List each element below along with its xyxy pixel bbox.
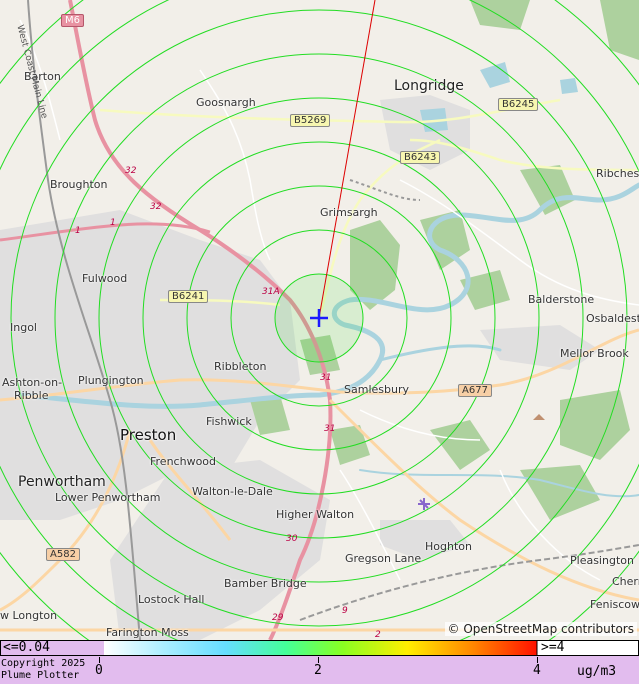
place-label: Balderstone [528, 293, 595, 306]
gradient-swatch [104, 640, 537, 656]
place-label: Osbaldeston [586, 312, 639, 325]
junction-label: 32 [125, 166, 137, 176]
place-label: Samlesbury [344, 383, 409, 396]
place-label: Bamber Bridge [224, 577, 307, 590]
road-label: B6243 [400, 151, 441, 164]
peak-icon [533, 414, 545, 420]
map-base [0, 0, 639, 640]
tick-label: 0 [95, 663, 103, 678]
legend-max-label: >=4 [541, 640, 565, 655]
place-label: Lostock Hall [138, 593, 205, 606]
junction-label: 31 [324, 424, 336, 434]
junction-label: 30 [286, 534, 298, 544]
place-label: Cherry [612, 575, 639, 588]
app-name-label: Plume Plotter [1, 670, 80, 681]
place-label: Ribchester [596, 167, 639, 180]
place-label: Gregson Lane [345, 552, 422, 565]
junction-label: 32 [150, 202, 162, 212]
place-label: Feniscowles [590, 598, 639, 611]
road-label: B6241 [168, 290, 209, 303]
place-label: Broughton [50, 178, 108, 191]
place-label: Farington Moss [106, 626, 189, 639]
place-label: Pleasington [570, 554, 634, 567]
place-label: Frenchwood [150, 455, 217, 468]
junction-label: 2 [375, 630, 381, 640]
road-label: A582 [46, 548, 80, 561]
place-label: Ribble [14, 389, 49, 402]
junction-label: 31 [320, 373, 332, 383]
place-label: Lower Penwortham [55, 491, 161, 504]
tick-label: 4 [533, 663, 541, 678]
junction-label: 31A [262, 287, 280, 297]
place-label: Goosnargh [196, 96, 256, 109]
junction-label: 29 [272, 613, 284, 623]
junction-label: 9 [342, 606, 348, 616]
place-label: Hoghton [425, 540, 472, 553]
place-label: Grimsargh [320, 206, 378, 219]
tick-label: 2 [314, 663, 322, 678]
road-label: B5269 [290, 114, 331, 127]
road-label: B6245 [498, 98, 539, 111]
place-label: Penwortham [18, 474, 106, 490]
place-label: Preston [120, 426, 177, 444]
airfield-icon [418, 498, 430, 510]
place-label: Ashton-on- [2, 376, 63, 389]
legend-min-label: <=0.04 [3, 640, 50, 655]
road-label: A677 [458, 384, 492, 397]
junction-label: 1 [75, 226, 81, 236]
place-label: Ribbleton [214, 360, 267, 373]
place-label: Fishwick [206, 415, 252, 428]
place-label: Walton-le-Dale [192, 485, 273, 498]
road-label: M6 [61, 14, 84, 27]
copyright-label: Copyright 2025 [1, 658, 86, 669]
place-label: Fulwood [82, 272, 128, 285]
place-label: Plungington [78, 374, 144, 387]
junction-label: 1 [110, 218, 116, 228]
place-label: Higher Walton [276, 508, 355, 521]
place-label: Longridge [394, 78, 464, 94]
reservoirs [420, 62, 578, 132]
place-label: Mellor Brook [560, 347, 629, 360]
attribution[interactable]: © OpenStreetMap contributors [444, 622, 637, 636]
place-label: Ingol [10, 321, 37, 334]
place-label: w Longton [0, 609, 58, 622]
legend: <=0.04 >=4 0 2 4 ug/m3 Copyright 2025 Pl… [0, 640, 639, 684]
map-view[interactable]: Barton Goosnargh Longridge Broughton Ribches… [0, 0, 639, 640]
units-label: ug/m3 [577, 664, 617, 679]
